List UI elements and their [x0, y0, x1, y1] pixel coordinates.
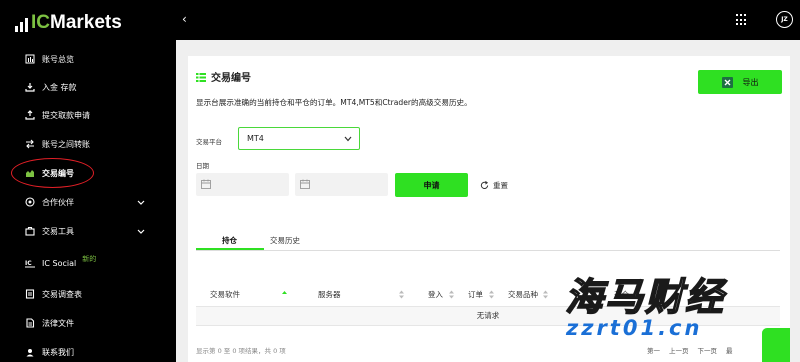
pager: 第一 上一页 下一页最	[647, 345, 742, 355]
tabs: 持仓 交易历史	[196, 233, 780, 251]
sidebar-item-label: 账号总览	[42, 54, 74, 64]
dashboard-icon	[25, 54, 35, 64]
paging-info: 显示第 0 至 0 项结果，共 0 项	[196, 347, 286, 355]
list-icon	[196, 72, 206, 82]
sidebar-item-label: 交易调查表	[42, 289, 82, 299]
sidebar-item-partners[interactable]: 合作伙伴	[0, 189, 163, 215]
sort-icon	[489, 290, 494, 299]
sidebar-item-contact[interactable]: 联系我们	[0, 339, 163, 362]
back-chevron-icon[interactable]: ‹	[182, 12, 194, 26]
logo-ic-text: IC	[31, 12, 50, 33]
chevron-down-icon	[137, 229, 145, 234]
platform-label: 交易平台	[196, 138, 222, 146]
sidebar-item-label: 提交取款申请	[42, 110, 90, 120]
sidebar-item-label: IC Social	[42, 258, 77, 268]
sidebar-item-label: 法律文件	[42, 318, 74, 328]
sidebar-item-ic-social[interactable]: IC IC Social 新的	[0, 250, 163, 276]
calendar-icon	[201, 179, 211, 189]
calendar-icon	[300, 179, 310, 189]
ic-social-icon: IC	[25, 258, 35, 268]
ic-markets-logo[interactable]: IC Markets	[15, 12, 122, 32]
pager-next[interactable]: 下一页	[698, 347, 718, 355]
tools-icon	[25, 226, 35, 236]
legal-icon	[25, 318, 35, 328]
reset-button-label: 重置	[493, 180, 508, 190]
user-avatar[interactable]: JZ	[776, 11, 793, 28]
sort-icon	[449, 290, 454, 299]
chat-button[interactable]	[762, 328, 790, 362]
new-badge: 新的	[82, 255, 97, 263]
date-to-input[interactable]	[295, 173, 388, 196]
column-header-login[interactable]: 登入	[428, 289, 454, 300]
sidebar-item-deposit[interactable]: 入金 存款	[0, 74, 163, 100]
excel-icon	[721, 76, 733, 88]
watermark-url: zzrt01.cn	[566, 316, 703, 340]
svg-text:IC: IC	[25, 260, 32, 267]
survey-icon	[25, 289, 35, 299]
export-button-label: 导出	[742, 77, 759, 87]
column-header-symbol[interactable]: 交易品种	[508, 289, 548, 300]
date-label: 日期	[196, 162, 209, 170]
sidebar-item-label: 联系我们	[42, 347, 74, 357]
chart-icon	[25, 168, 35, 178]
pager-last[interactable]: 最	[726, 347, 733, 355]
top-bar: ‹ JZ	[176, 0, 800, 40]
page-description: 显示台展示准确的当前持仓和平仓的订单。MT4,MT5和Ctrader的高级交易历…	[196, 98, 472, 107]
sort-icon	[543, 290, 548, 299]
sidebar-item-trade-history[interactable]: 交易编号	[0, 160, 163, 186]
platform-select-value: MT4	[247, 134, 264, 143]
sidebar-item-withdraw[interactable]: 提交取款申请	[0, 102, 163, 128]
sidebar-item-legal[interactable]: 法律文件	[0, 310, 163, 336]
pager-prev[interactable]: 上一页	[669, 347, 689, 355]
sidebar-item-label: 交易工具	[42, 226, 74, 236]
sort-icon	[398, 290, 404, 299]
sidebar-item-label: 账号之间转账	[42, 139, 90, 149]
page-title: 交易编号	[196, 69, 251, 84]
export-button[interactable]: 导出	[698, 70, 782, 94]
sidebar-item-label: 合作伙伴	[42, 197, 74, 207]
tab-trade-history[interactable]: 交易历史	[270, 235, 300, 251]
column-header-server[interactable]: 服务器	[318, 289, 404, 300]
sidebar-item-survey[interactable]: 交易调查表	[0, 281, 163, 307]
sidebar-item-account-overview[interactable]: 账号总览	[0, 46, 163, 72]
active-tab-indicator	[196, 248, 264, 250]
apps-grid-icon[interactable]	[736, 14, 748, 26]
refresh-icon	[480, 180, 489, 189]
pager-first[interactable]: 第一	[647, 347, 660, 355]
watermark-text: 海马财经	[564, 273, 726, 320]
deposit-icon	[25, 82, 35, 92]
sidebar-item-label: 入金 存款	[42, 82, 77, 92]
logo-markets-text: Markets	[50, 12, 122, 33]
sidebar-item-label: 交易编号	[42, 168, 74, 178]
transfer-icon	[25, 139, 35, 149]
sort-asc-icon	[282, 291, 287, 294]
chevron-down-icon	[137, 200, 145, 205]
reset-button[interactable]: 重置	[480, 173, 508, 197]
date-from-input[interactable]	[196, 173, 289, 196]
logo-bars-icon	[15, 16, 28, 32]
contact-icon	[25, 347, 35, 357]
column-header-order[interactable]: 订单	[468, 289, 494, 300]
apply-button[interactable]: 申请	[395, 173, 468, 197]
sidebar-item-transfer[interactable]: 账号之间转账	[0, 131, 163, 157]
page-title-text: 交易编号	[211, 73, 251, 84]
withdraw-icon	[25, 110, 35, 120]
chevron-down-icon	[344, 136, 352, 142]
partner-icon	[25, 197, 35, 207]
platform-select[interactable]: MT4	[238, 127, 360, 150]
sidebar-item-trading-tools[interactable]: 交易工具	[0, 218, 163, 244]
column-header-software[interactable]: 交易软件	[210, 289, 287, 300]
sidebar: IC Markets 账号总览 入金 存款 提交取款申请 账号之间转账 交易编号 …	[0, 0, 163, 362]
